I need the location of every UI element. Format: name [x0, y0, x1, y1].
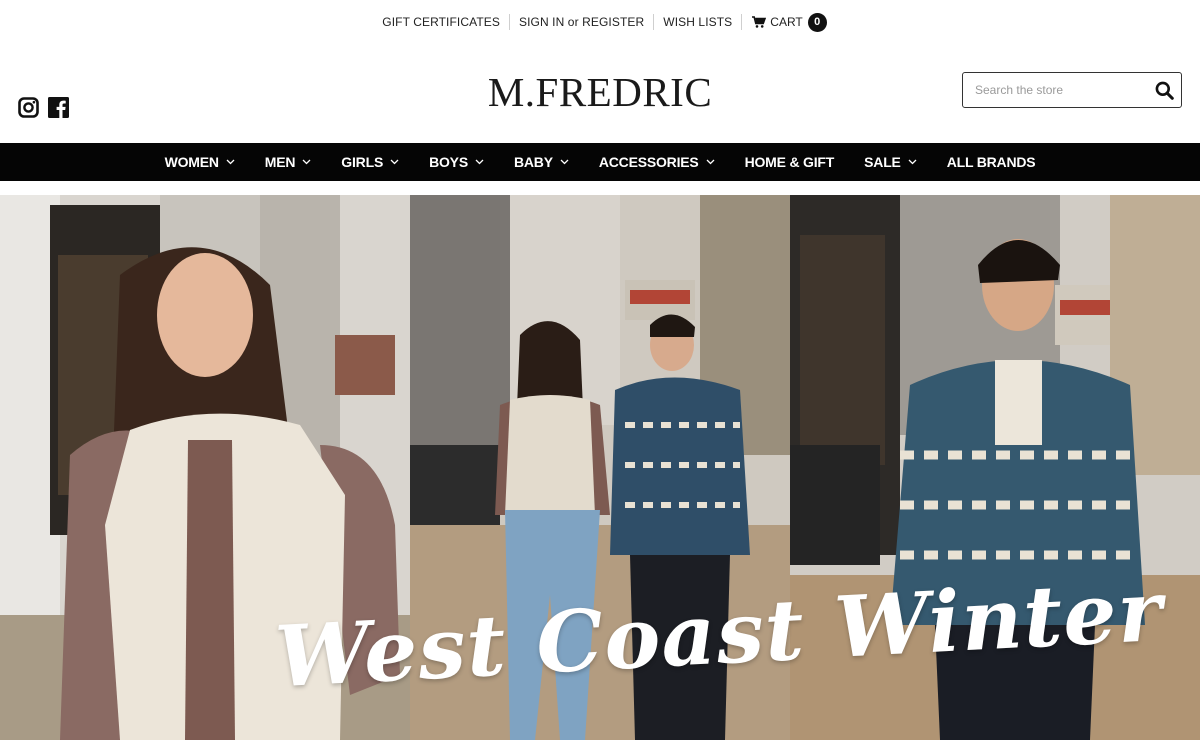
nav-item-label: HOME & GIFT: [744, 154, 835, 170]
nav-item-girls[interactable]: GIRLS: [326, 154, 414, 170]
hero-banner[interactable]: West Coast Winter: [0, 195, 1200, 740]
main-navigation: WOMEN MEN GIRLS BOYS BABY ACCESSORIES HO…: [0, 143, 1200, 181]
chevron-down-icon: [390, 159, 399, 165]
nav-item-label: WOMEN: [164, 154, 219, 170]
nav-item-baby[interactable]: BABY: [499, 154, 584, 170]
search-input[interactable]: [963, 73, 1147, 107]
search-box: [962, 72, 1182, 108]
nav-item-sale[interactable]: SALE: [849, 154, 932, 170]
cart-link[interactable]: CART 0: [742, 12, 827, 32]
register-link[interactable]: REGISTER: [582, 15, 644, 29]
nav-item-label: ALL BRANDS: [946, 154, 1036, 170]
chevron-down-icon: [475, 159, 484, 165]
nav-item-label: BABY: [513, 154, 553, 170]
or-text: or: [567, 15, 579, 29]
nav-item-men[interactable]: MEN: [250, 154, 327, 170]
nav-item-label: MEN: [264, 154, 296, 170]
chevron-down-icon: [560, 159, 569, 165]
chevron-down-icon: [226, 159, 235, 165]
account-links: SIGN IN or REGISTER: [510, 14, 653, 30]
nav-item-label: GIRLS: [341, 154, 384, 170]
cart-count-badge: 0: [807, 12, 827, 32]
nav-item-boys[interactable]: BOYS: [414, 154, 499, 170]
search-icon: [1155, 81, 1174, 100]
nav-item-label: ACCESSORIES: [598, 154, 699, 170]
nav-item-label: SALE: [864, 154, 901, 170]
nav-item-home-gift[interactable]: HOME & GIFT: [730, 154, 850, 170]
sign-in-link[interactable]: SIGN IN: [519, 15, 564, 29]
nav-item-all-brands[interactable]: ALL BRANDS: [932, 154, 1051, 170]
chevron-down-icon: [302, 159, 311, 165]
utility-bar: GIFT CERTIFICATES SIGN IN or REGISTER WI…: [0, 11, 1200, 33]
cart-icon: [752, 16, 767, 28]
nav-item-accessories[interactable]: ACCESSORIES: [584, 154, 730, 170]
nav-item-women[interactable]: WOMEN: [150, 154, 250, 170]
gift-certificates-link[interactable]: GIFT CERTIFICATES: [373, 14, 509, 30]
wish-lists-link[interactable]: WISH LISTS: [654, 14, 741, 30]
cart-label: CART: [770, 15, 803, 29]
search-button[interactable]: [1147, 73, 1181, 107]
nav-item-label: BOYS: [429, 154, 468, 170]
chevron-down-icon: [706, 159, 715, 165]
chevron-down-icon: [908, 159, 917, 165]
